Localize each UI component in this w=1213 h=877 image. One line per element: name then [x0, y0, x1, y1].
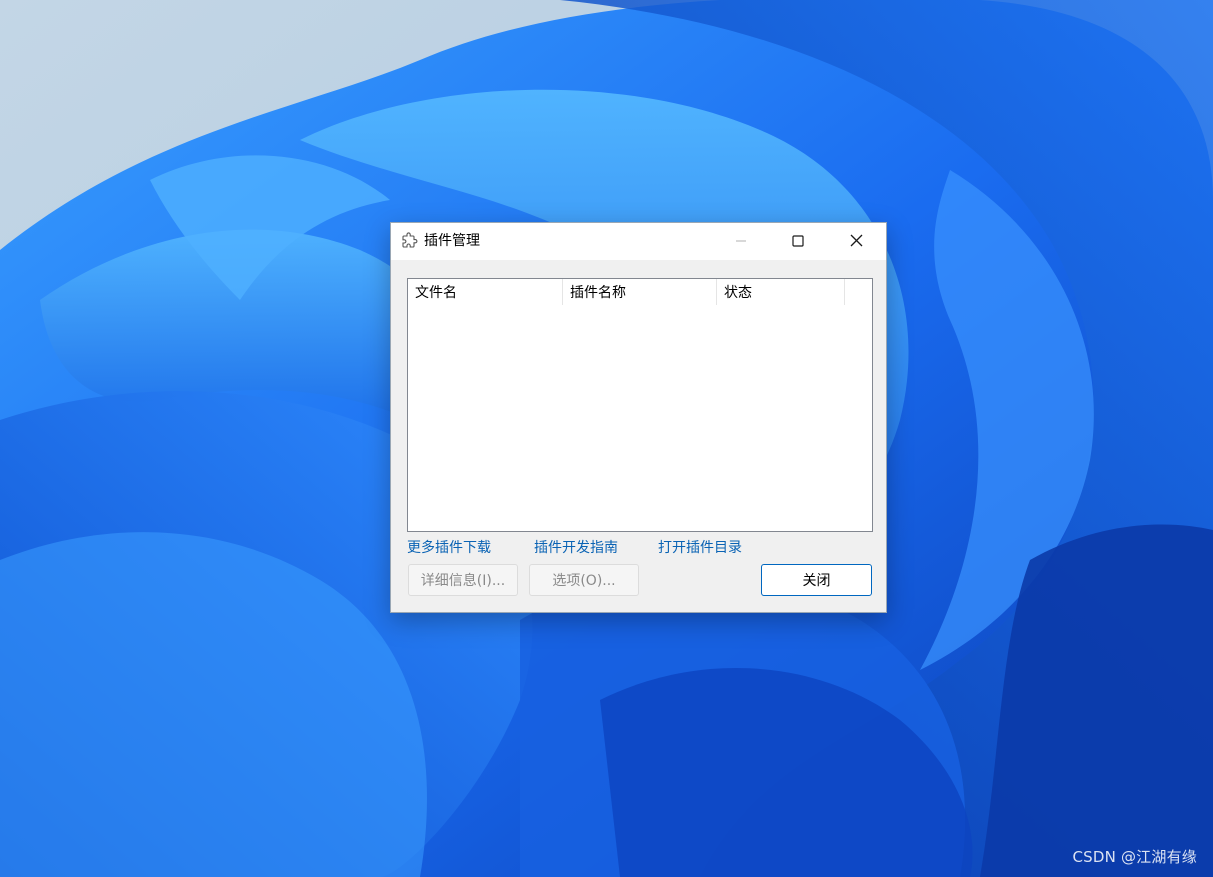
desktop: CSDN @江湖有缘 插件管理 文件名 插件名称 状态 更多插件下载 插件开发指… [0, 0, 1213, 877]
open-plugin-dir-link[interactable]: 打开插件目录 [658, 539, 742, 557]
close-icon [850, 232, 863, 251]
column-header-plugin-name[interactable]: 插件名称 [563, 279, 717, 305]
details-button[interactable]: 详细信息(I)... [408, 564, 518, 596]
maximize-icon [792, 232, 804, 251]
close-button[interactable]: 关闭 [761, 564, 872, 596]
puzzle-icon [400, 232, 418, 250]
minimize-icon [735, 232, 747, 251]
list-header: 文件名 插件名称 状态 [408, 279, 872, 305]
column-header-status[interactable]: 状态 [717, 279, 845, 305]
more-plugins-link[interactable]: 更多插件下载 [407, 539, 491, 557]
title-bar[interactable]: 插件管理 [391, 223, 886, 260]
column-header-filler [845, 279, 872, 305]
dev-guide-link[interactable]: 插件开发指南 [534, 539, 618, 557]
plugin-manager-dialog: 插件管理 文件名 插件名称 状态 更多插件下载 插件开发指南 打开插件目录 详细… [390, 222, 887, 613]
maximize-button[interactable] [775, 223, 821, 260]
window-title: 插件管理 [424, 233, 480, 249]
minimize-button[interactable] [718, 223, 764, 260]
window-close-button[interactable] [833, 223, 879, 260]
watermark: CSDN @江湖有缘 [1072, 848, 1197, 866]
options-button[interactable]: 选项(O)... [529, 564, 639, 596]
plugin-list[interactable]: 文件名 插件名称 状态 [407, 278, 873, 532]
column-header-filename[interactable]: 文件名 [408, 279, 563, 305]
